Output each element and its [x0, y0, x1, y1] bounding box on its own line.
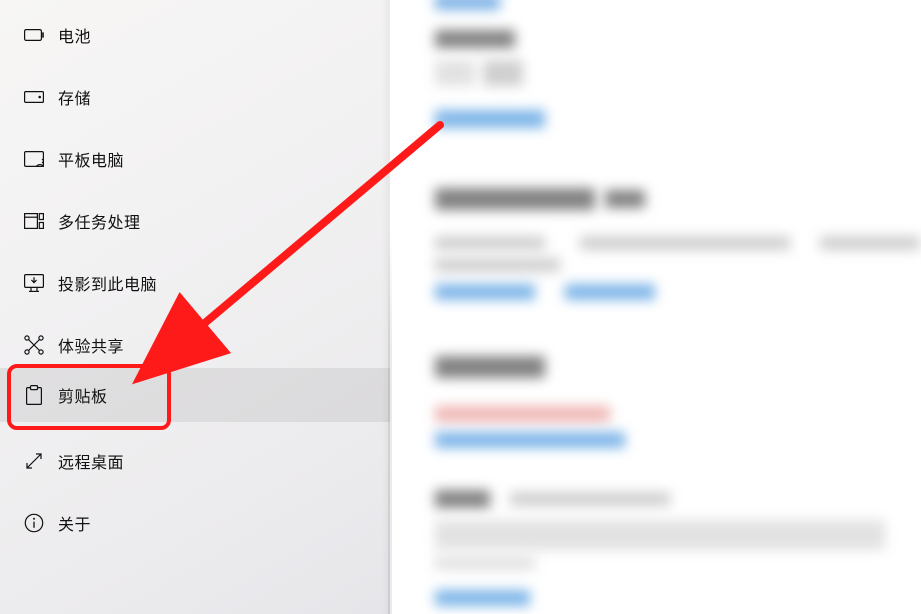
- sidebar-item-label: 剪贴板: [58, 383, 108, 407]
- blurred-text: [820, 236, 920, 250]
- blurred-text: [580, 236, 790, 250]
- sidebar-item-label: 电池: [58, 23, 91, 47]
- sidebar-item-label: 远程桌面: [58, 449, 124, 473]
- sidebar-item-clipboard[interactable]: 剪贴板: [0, 368, 390, 422]
- blurred-text: [435, 30, 515, 48]
- battery-icon: [24, 25, 44, 45]
- info-icon: [24, 513, 44, 533]
- settings-content-pane: [390, 0, 921, 614]
- blurred-link: [435, 590, 530, 606]
- sidebar-item-projecting[interactable]: 投影到此电脑: [0, 256, 390, 310]
- storage-icon: [24, 87, 44, 107]
- blurred-heading: [605, 190, 645, 208]
- sidebar-item-label: 存储: [58, 85, 91, 109]
- blurred-heading: [435, 188, 595, 210]
- sidebar-item-multitasking[interactable]: 多任务处理: [0, 194, 390, 248]
- shared-experiences-icon: [24, 335, 44, 355]
- sidebar-item-label: 投影到此电脑: [58, 271, 157, 295]
- projecting-icon: [24, 273, 44, 293]
- sidebar-item-remote-desktop[interactable]: 远程桌面: [0, 434, 390, 488]
- sidebar-item-about[interactable]: 关于: [0, 496, 390, 550]
- sidebar-item-tablet[interactable]: 平板电脑: [0, 132, 390, 186]
- remote-desktop-icon: [24, 451, 44, 471]
- clipboard-icon: [24, 385, 44, 405]
- blurred-link: [435, 432, 625, 448]
- settings-window: 电池 存储 平板电脑 多任务处理 投影到: [0, 0, 921, 614]
- settings-sidebar: 电池 存储 平板电脑 多任务处理 投影到: [0, 0, 390, 614]
- blurred-text: [483, 60, 523, 86]
- blurred-text: [435, 0, 500, 10]
- blurred-link: [565, 284, 655, 300]
- blurred-link: [435, 110, 545, 128]
- multitasking-icon: [24, 211, 44, 231]
- sidebar-item-storage[interactable]: 存储: [0, 70, 390, 124]
- sidebar-item-battery[interactable]: 电池: [0, 8, 390, 62]
- sidebar-item-label: 关于: [58, 511, 91, 535]
- sidebar-item-shared-experiences[interactable]: 体验共享: [0, 318, 390, 372]
- blurred-text-warning: [435, 406, 610, 422]
- blurred-heading: [435, 356, 545, 378]
- sidebar-item-label: 体验共享: [58, 333, 124, 357]
- blurred-text: [435, 236, 545, 250]
- blurred-text: [435, 258, 560, 272]
- sidebar-item-label: 多任务处理: [58, 209, 141, 233]
- tablet-icon: [24, 149, 44, 169]
- blurred-link: [435, 284, 535, 300]
- blurred-text: [435, 520, 885, 550]
- blurred-text: [435, 60, 475, 86]
- sidebar-item-label: 平板电脑: [58, 147, 124, 171]
- blurred-text: [435, 490, 490, 508]
- blurred-text: [510, 492, 670, 506]
- blurred-text: [435, 556, 535, 570]
